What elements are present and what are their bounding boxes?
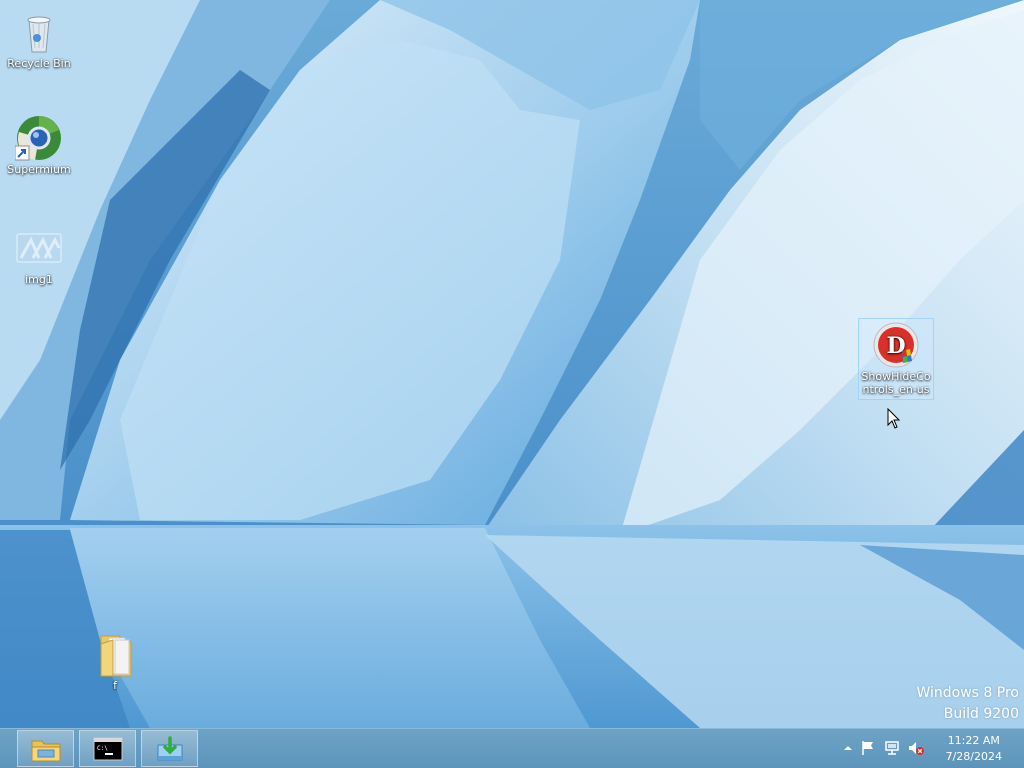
showhidecontrols-app-icon: D: [872, 321, 920, 369]
taskbar[interactable]: C:\ 11:22 AM 7/28/2024: [0, 728, 1024, 768]
install-app-icon: [157, 735, 182, 760]
recycle-bin-icon: [15, 8, 63, 56]
image-file-icon: [15, 224, 63, 272]
taskbar-installer-button[interactable]: [141, 730, 198, 767]
command-prompt-icon: C:\: [93, 737, 122, 760]
desktop-icon-supermium[interactable]: Supermium: [1, 112, 77, 179]
desktop-icon-img1[interactable]: img1: [1, 222, 77, 289]
desktop-icon-showhidecontrols[interactable]: D ShowHideControls_en-us: [858, 318, 934, 400]
show-hidden-icons-chevron-icon: [844, 746, 852, 750]
desktop[interactable]: Recycle Bin Supermium img1 D ShowHideCon…: [0, 0, 1024, 768]
network-button[interactable]: [883, 739, 901, 757]
folder-f-label: f: [113, 679, 117, 692]
supermium-browser-icon: [14, 114, 63, 162]
action-center-button[interactable]: [859, 739, 877, 757]
clock-time: 11:22 AM: [947, 734, 1000, 747]
folder-icon: [91, 630, 139, 678]
taskbar-file-explorer-button[interactable]: [17, 730, 74, 767]
system-clock[interactable]: 11:22 AM 7/28/2024: [946, 733, 1002, 765]
volume-muted-icon: [909, 742, 924, 755]
clock-date: 7/28/2024: [945, 750, 1002, 763]
volume-button[interactable]: [907, 739, 925, 757]
windows-version-watermark: Windows 8 Pro Build 9200: [916, 683, 1019, 725]
supermium-label: Supermium: [7, 163, 71, 176]
desktop-icon-folder-f[interactable]: f: [77, 628, 153, 695]
mouse-cursor-icon: [887, 408, 901, 429]
svg-text:C:\: C:\: [97, 745, 108, 752]
notification-area: 11:22 AM 7/28/2024: [839, 729, 1024, 768]
show-hidden-icons-button[interactable]: [839, 739, 857, 757]
watermark-edition: Windows 8 Pro: [916, 685, 1019, 701]
action-center-flag-icon: [862, 741, 873, 755]
desktop-icon-recycle-bin[interactable]: Recycle Bin: [1, 6, 77, 73]
recycle-bin-label: Recycle Bin: [7, 57, 71, 70]
img1-label: img1: [25, 273, 53, 286]
watermark-build: Build 9200: [943, 706, 1019, 722]
file-explorer-icon: [31, 740, 60, 761]
showhidecontrols-label: ShowHideControls_en-us: [861, 370, 931, 396]
network-icon: [885, 741, 899, 755]
taskbar-command-prompt-button[interactable]: C:\: [79, 730, 136, 767]
